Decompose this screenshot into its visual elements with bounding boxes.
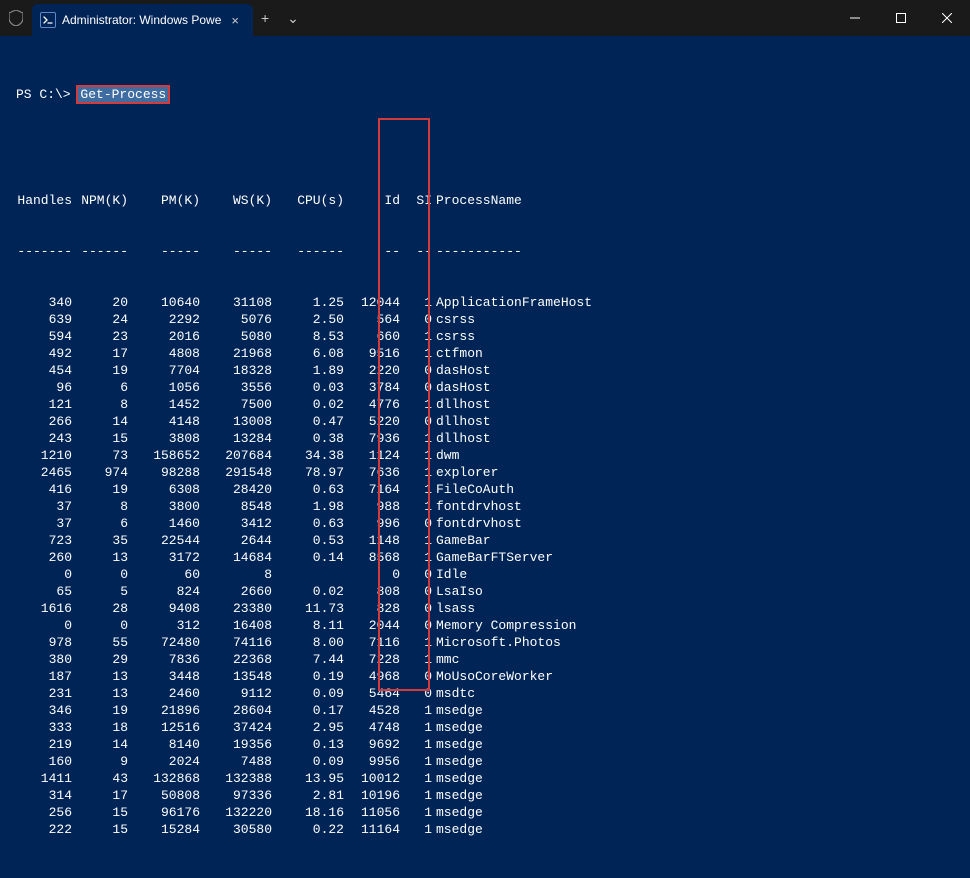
table-row: 23113246091120.0954640msdtc xyxy=(16,685,964,702)
table-row: 256159617613222018.16110561msedge xyxy=(16,804,964,821)
col-ws: WS(K) xyxy=(200,192,272,209)
minimize-button[interactable] xyxy=(832,0,878,36)
titlebar: Administrator: Windows Powe × + ⌄ xyxy=(0,0,970,36)
table-row: 3402010640311081.25120441ApplicationFram… xyxy=(16,294,964,311)
col-npm: NPM(K) xyxy=(72,192,128,209)
tab-title: Administrator: Windows Powe xyxy=(62,13,221,27)
prompt-line: PS C:\> Get-Process xyxy=(16,86,964,103)
table-row: 65582426600.028080LsaIso xyxy=(16,583,964,600)
table-row: 1218145275000.0247761dllhost xyxy=(16,396,964,413)
table-row: 0060800Idle xyxy=(16,566,964,583)
table-row: 219148140193560.1396921msedge xyxy=(16,736,964,753)
window-controls xyxy=(832,0,970,36)
prompt-prefix: PS C:\> xyxy=(16,87,71,102)
table-row: 380297836223687.4472281mmc xyxy=(16,651,964,668)
table-row: 260133172146840.1485681GameBarFTServer xyxy=(16,549,964,566)
table-row: 16162894082338011.738280lsass xyxy=(16,600,964,617)
table-row: 3141750808973362.81101961msedge xyxy=(16,787,964,804)
maximize-button[interactable] xyxy=(878,0,924,36)
table-row: 416196308284200.6371641FileCoAuth xyxy=(16,481,964,498)
table-row: 723352254426440.5311481GameBar xyxy=(16,532,964,549)
table-row: 9785572480741168.0071161Microsoft.Photos xyxy=(16,634,964,651)
tab-actions: + ⌄ xyxy=(253,0,307,36)
col-id: Id xyxy=(344,192,400,209)
table-row: 1609202474880.0999561msedge xyxy=(16,753,964,770)
table-row: 12107315865220768434.3811241dwm xyxy=(16,447,964,464)
table-row: 376146034120.639960fontdrvhost xyxy=(16,515,964,532)
table-row: 24659749828829154878.9776361explorer xyxy=(16,464,964,481)
terminal-output[interactable]: PS C:\> Get-Process Handles NPM(K) PM(K)… xyxy=(0,36,970,878)
table-header: Handles NPM(K) PM(K) WS(K) CPU(s) Id SI … xyxy=(16,192,964,209)
powershell-icon xyxy=(40,12,56,28)
table-row: 3461921896286040.1745281msedge xyxy=(16,702,964,719)
table-body: 3402010640311081.25120441ApplicationFram… xyxy=(16,294,964,838)
table-row: 14114313286813238813.95100121msedge xyxy=(16,770,964,787)
table-row: 59423201650808.536601csrss xyxy=(16,328,964,345)
col-pm: PM(K) xyxy=(128,192,200,209)
table-row: 2221515284305800.22111641msedge xyxy=(16,821,964,838)
table-row: 966105635560.0337840dasHost xyxy=(16,379,964,396)
shield-icon xyxy=(0,0,32,36)
table-row: 243153808132840.3879361dllhost xyxy=(16,430,964,447)
table-row: 00312164088.1120440Memory Compression xyxy=(16,617,964,634)
new-tab-button[interactable]: + xyxy=(261,10,269,26)
table-row: 492174808219686.0895161ctfmon xyxy=(16,345,964,362)
col-handles: Handles xyxy=(16,192,72,209)
table-row: 63924229250762.505640csrss xyxy=(16,311,964,328)
command-text: Get-Process xyxy=(78,87,168,102)
table-row: 266144148130080.4752200dllhost xyxy=(16,413,964,430)
table-row: 3331812516374242.9547481msedge xyxy=(16,719,964,736)
close-tab-button[interactable]: × xyxy=(227,13,243,28)
close-window-button[interactable] xyxy=(924,0,970,36)
table-separator: ------- ------ ----- ----- ------ -- -- … xyxy=(16,243,964,260)
table-row: 454197704183281.8922200dasHost xyxy=(16,362,964,379)
col-si: SI xyxy=(400,192,432,209)
active-tab[interactable]: Administrator: Windows Powe × xyxy=(32,4,253,36)
col-cpu: CPU(s) xyxy=(272,192,344,209)
tab-dropdown-button[interactable]: ⌄ xyxy=(287,10,299,27)
table-row: 378380085481.989881fontdrvhost xyxy=(16,498,964,515)
col-name: ProcessName xyxy=(432,192,964,209)
table-row: 187133448135480.1949680MoUsoCoreWorker xyxy=(16,668,964,685)
